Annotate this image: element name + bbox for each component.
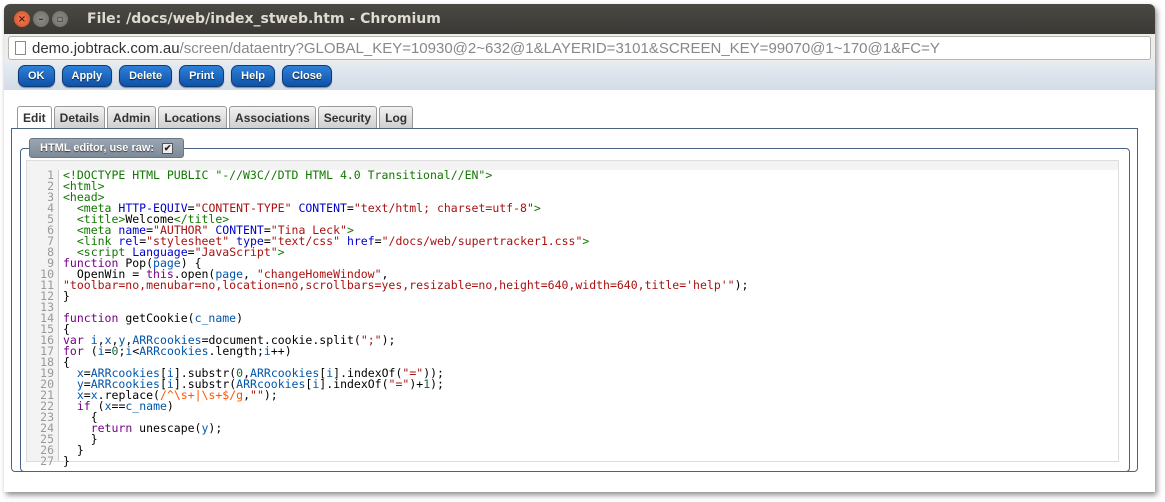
code-line[interactable]: return unescape(y); xyxy=(63,421,1118,435)
code-line[interactable]: "toolbar=no,menubar=no,location=no,scrol… xyxy=(63,278,1118,292)
code-token: getCookie( xyxy=(125,311,195,325)
tab-edit[interactable]: Edit xyxy=(17,106,52,129)
tab-locations[interactable]: Locations xyxy=(158,106,228,128)
code-token: } xyxy=(63,454,70,468)
url-host: demo.jobtrack.com.au xyxy=(32,39,180,57)
window-title: File: /docs/web/index_stweb.htm - Chromi… xyxy=(87,11,441,27)
code-token: ); xyxy=(734,278,749,292)
code-line[interactable]: <script Language="JavaScript"> xyxy=(63,245,1118,259)
code-token: c_name xyxy=(125,399,167,413)
action-toolbar: OK Apply Delete Print Help Close xyxy=(4,62,1155,90)
editor-legend: HTML editor, use raw: ✔ xyxy=(29,138,185,158)
code-line[interactable]: } xyxy=(63,433,1118,445)
url-path: /screen/dataentry?GLOBAL_KEY=10930@2~632… xyxy=(179,39,940,57)
tab-admin[interactable]: Admin xyxy=(107,106,157,128)
maximize-window-icon[interactable]: ▫ xyxy=(52,11,68,27)
page-icon xyxy=(15,41,26,55)
address-bar: demo.jobtrack.com.au/screen/dataentry?GL… xyxy=(4,34,1155,62)
code-token: "JavaScript" xyxy=(194,245,278,259)
code-token: href xyxy=(340,234,375,248)
code-token: unescape( xyxy=(139,421,202,435)
browser-window: × – ▫ File: /docs/web/index_stweb.htm - … xyxy=(4,4,1155,492)
code-token: "toolbar=no,menubar=no,location=no,scrol… xyxy=(63,278,735,292)
code-token: )+ xyxy=(409,377,424,391)
title-bar: × – ▫ File: /docs/web/index_stweb.htm - … xyxy=(4,4,1155,34)
code-token: ";" xyxy=(360,333,382,347)
code-line[interactable]: if (x==c_name) xyxy=(63,399,1118,413)
raw-checkbox[interactable]: ✔ xyxy=(162,142,174,154)
tab-log[interactable]: Log xyxy=(379,106,414,128)
code-token: } xyxy=(63,289,70,303)
code-token: = xyxy=(346,201,354,215)
code-token: ) xyxy=(166,399,174,413)
code-line[interactable]: } xyxy=(63,289,1118,303)
delete-button[interactable]: Delete xyxy=(119,65,173,87)
code-token: ( xyxy=(90,344,98,358)
ok-button[interactable]: OK xyxy=(18,65,55,87)
tab-security[interactable]: Security xyxy=(317,106,378,128)
code-area[interactable]: <!DOCTYPE HTML PUBLIC "-//W3C//DTD HTML … xyxy=(59,168,1118,467)
line-numbers: 1 2 3 4 5 6 7 8 9 10 11 12 13 14 15 16 17 18 19 20 21 22 23 24 2… xyxy=(27,169,59,467)
url-input[interactable]: demo.jobtrack.com.au/screen/dataentry?GL… xyxy=(8,36,1151,60)
code-line[interactable]: function getCookie(c_name) xyxy=(63,311,1118,325)
raw-label: HTML editor, use raw: xyxy=(40,142,155,154)
code-token: ); xyxy=(208,421,223,435)
code-line[interactable]: for (i=0;i<ARRcookies.length;i++) xyxy=(63,344,1118,358)
code-token: "=" xyxy=(388,377,410,391)
tab-details[interactable]: Details xyxy=(53,106,106,128)
code-token: .length; xyxy=(208,344,264,358)
code-line[interactable]: <html> xyxy=(63,180,1118,192)
line-number: 27 xyxy=(40,454,54,468)
code-editor[interactable]: 1 2 3 4 5 6 7 8 9 10 11 12 13 14 15 16 17 18 19 20 21 22 23 24 2… xyxy=(26,160,1119,467)
help-button[interactable]: Help xyxy=(231,65,275,87)
code-token: i xyxy=(263,344,271,358)
code-token: c_name xyxy=(194,311,237,325)
code-token: ++) xyxy=(270,344,292,358)
code-token: > xyxy=(277,245,285,259)
apply-button[interactable]: Apply xyxy=(61,65,113,87)
code-token: ( xyxy=(97,399,105,413)
code-token: ); xyxy=(381,333,396,347)
code-token: "/docs/web/supertracker1.css" xyxy=(381,234,583,248)
code-line[interactable]: x=x.replace(/^\s+|\s+$/g,""); xyxy=(63,388,1118,402)
code-token: i xyxy=(97,344,105,358)
code-token: = xyxy=(104,344,112,358)
code-token: function xyxy=(63,311,126,325)
code-token: x xyxy=(104,399,112,413)
code-token: <!DOCTYPE HTML PUBLIC "-//W3C//DTD HTML … xyxy=(63,168,493,182)
code-token: "" xyxy=(250,388,264,402)
tab-associations[interactable]: Associations xyxy=(229,106,316,128)
code-token: CONTENT xyxy=(291,201,347,215)
close-window-icon[interactable]: × xyxy=(14,11,30,27)
code-token: ); xyxy=(430,377,444,391)
code-line[interactable]: } xyxy=(63,454,1118,468)
code-line[interactable]: } xyxy=(63,444,1118,456)
print-button[interactable]: Print xyxy=(179,65,225,87)
code-token: "text/html; charset=utf-8" xyxy=(353,201,534,215)
code-token: ) xyxy=(236,311,244,325)
code-token: ].indexOf( xyxy=(319,377,389,391)
code-token: return xyxy=(90,421,140,435)
code-token: ARRcookies xyxy=(139,344,209,358)
code-token: > xyxy=(582,234,590,248)
code-token: ); xyxy=(263,388,278,402)
tab-bar: Edit Details Admin Locations Association… xyxy=(17,106,415,129)
code-line[interactable]: <!DOCTYPE HTML PUBLIC "-//W3C//DTD HTML … xyxy=(63,168,1118,182)
code-token: == xyxy=(111,399,126,413)
minimize-window-icon[interactable]: – xyxy=(33,11,49,27)
code-token: > xyxy=(533,201,541,215)
code-token: = xyxy=(374,234,382,248)
code-token: , xyxy=(243,388,251,402)
close-button[interactable]: Close xyxy=(282,65,332,87)
